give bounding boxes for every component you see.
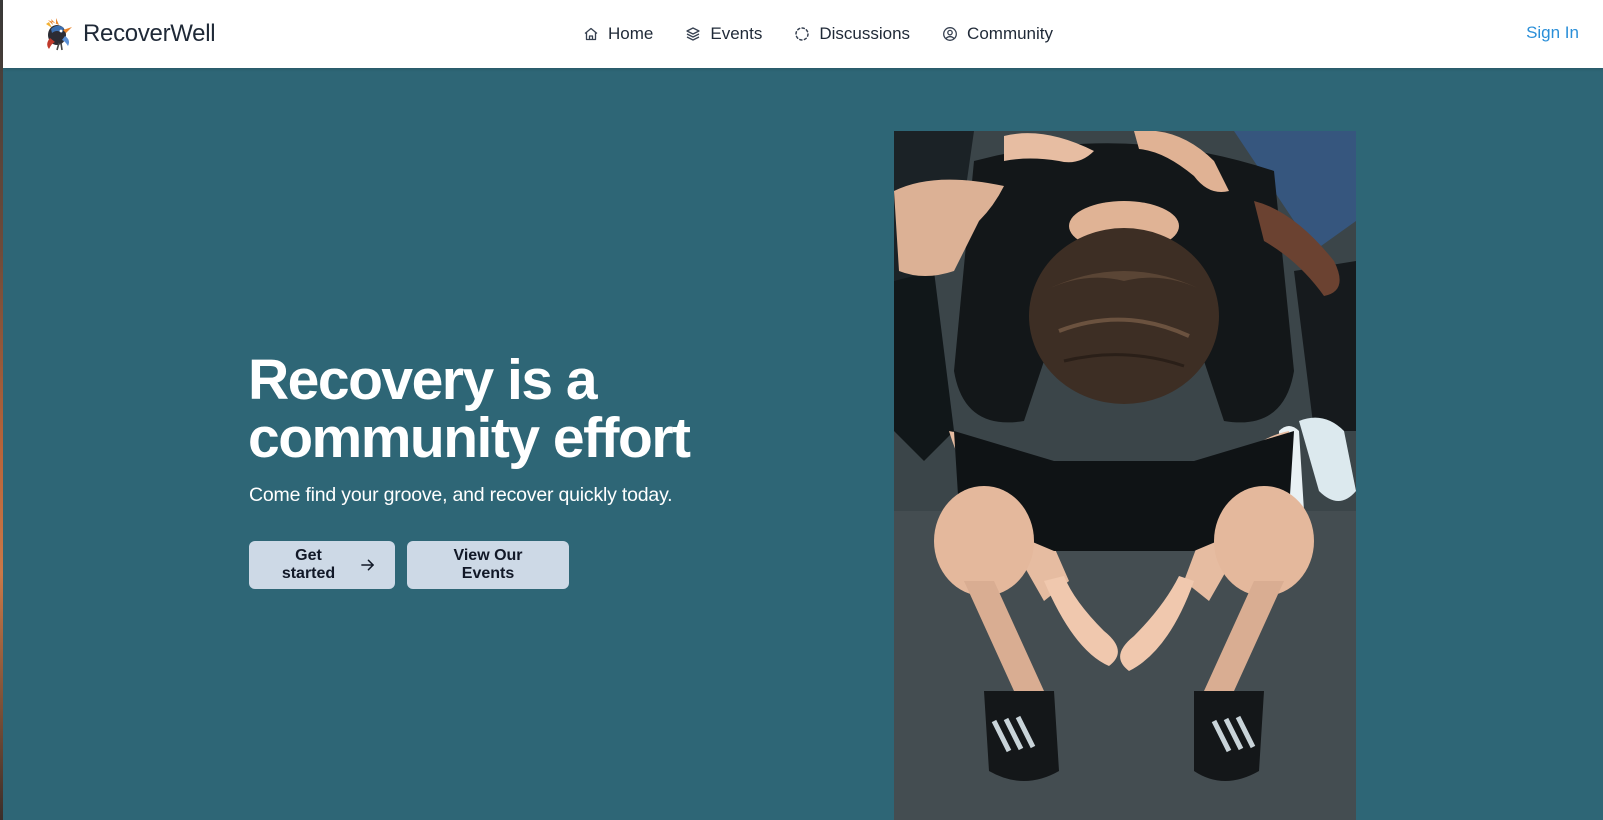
arrow-right-icon bbox=[361, 559, 374, 571]
phoenix-logo-icon bbox=[46, 18, 72, 51]
dashed-circle-icon bbox=[795, 27, 810, 41]
hero-button-row: Get started View Our Events bbox=[249, 541, 569, 589]
brand-name: RecoverWell bbox=[83, 20, 216, 47]
hero-section: Recovery is a community effort Come find… bbox=[3, 68, 1603, 820]
main-nav: Home Events Discussions Community bbox=[583, 22, 1053, 46]
hero-photo bbox=[894, 131, 1356, 820]
nav-item-discussions[interactable]: Discussions bbox=[794, 24, 910, 44]
top-navbar: RecoverWell Home Events Discussions Comm… bbox=[3, 0, 1603, 68]
nav-item-label: Home bbox=[608, 24, 654, 43]
view-events-label: View Our Events bbox=[453, 547, 523, 582]
get-started-label: Get started bbox=[281, 547, 336, 582]
sign-in-link[interactable]: Sign In bbox=[1526, 23, 1579, 43]
nav-item-label: Community bbox=[967, 24, 1054, 43]
get-started-button[interactable]: Get started bbox=[249, 541, 395, 589]
headline-line-1: Recovery is a bbox=[248, 348, 598, 412]
hero-subtitle: Come find your groove, and recover quick… bbox=[249, 484, 673, 506]
hero-photo-illustration bbox=[894, 131, 1356, 820]
layers-icon bbox=[686, 27, 701, 41]
view-events-button[interactable]: View Our Events bbox=[407, 541, 569, 589]
home-icon bbox=[584, 27, 598, 41]
nav-item-community[interactable]: Community bbox=[942, 24, 1053, 44]
headline-line-2: community effort bbox=[248, 406, 691, 470]
brand-link[interactable]: RecoverWell bbox=[41, 14, 216, 54]
nav-item-events[interactable]: Events bbox=[685, 24, 762, 44]
hero-headline: Recovery is a community effort bbox=[248, 351, 808, 467]
nav-item-label: Events bbox=[710, 24, 763, 43]
nav-item-label: Discussions bbox=[819, 24, 911, 43]
user-circle-icon bbox=[943, 27, 957, 41]
nav-item-home[interactable]: Home bbox=[583, 24, 653, 44]
